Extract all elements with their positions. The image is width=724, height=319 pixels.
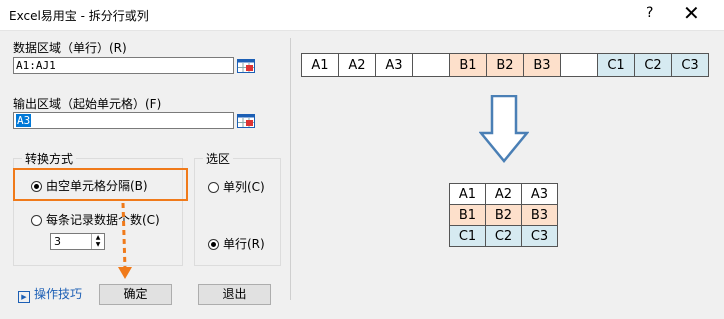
radio-single-column[interactable]: 单列(C) [208,178,265,195]
result-table-preview: A1 A2 A3 B1 B2 B3 C1 C2 C3 [449,183,558,247]
close-button[interactable]: ✕ [683,2,700,24]
result-cell: C3 [521,225,558,247]
selection-title: 选区 [203,150,234,167]
cancel-button[interactable]: 退出 [198,284,271,305]
radio-row-label: 单行(R) [223,237,265,251]
source-cell: C2 [634,53,672,77]
output-range-label: 输出区域（起始单元格）(F) [13,97,162,111]
radio-dot-icon [208,239,219,250]
result-cell: A2 [485,183,522,205]
stepper-down-icon[interactable]: ▼ [92,241,104,248]
radio-dot-icon [31,215,42,226]
source-cell: A3 [375,53,413,77]
window-title: Excel易用宝 - 拆分行或列 [9,9,149,23]
source-cell: B3 [523,53,561,77]
tips-link[interactable]: ▶ 操作技巧 [18,285,82,303]
radio-dot-icon [208,182,219,193]
result-row: A1 A2 A3 [449,183,558,205]
result-row: B1 B2 B3 [449,204,558,226]
stepper-up-icon[interactable]: ▲ [92,234,104,241]
output-range-value: A3 [16,114,32,127]
range-picker-icon[interactable] [237,59,255,73]
result-cell: B2 [485,204,522,226]
data-range-label: 数据区域（单行）(R) [13,41,127,55]
result-cell: C1 [449,225,486,247]
count-value: 3 [54,235,61,248]
count-stepper[interactable]: 3 ▲ ▼ [50,233,105,250]
radio-single-row[interactable]: 单行(R) [208,235,265,252]
result-cell: A3 [521,183,558,205]
play-icon: ▶ [18,291,30,303]
dashed-arrow-icon [118,203,132,279]
down-arrow-icon [479,95,529,163]
result-cell: C2 [485,225,522,247]
result-cell: B1 [449,204,486,226]
title-bar: Excel易用宝 - 拆分行或列 ? ✕ [0,0,724,31]
radio-record-count[interactable]: 每条记录数据个数(C) [31,211,160,228]
tips-label: 操作技巧 [34,287,83,301]
result-cell: B3 [521,204,558,226]
source-cell: C3 [671,53,709,77]
source-cell [412,53,450,77]
result-cell: A1 [449,183,486,205]
range-picker-icon[interactable] [237,114,255,128]
ok-button[interactable]: 确定 [99,284,172,305]
output-range-input[interactable]: A3 [13,112,234,129]
source-cell: C1 [597,53,635,77]
result-row: C1 C2 C3 [449,225,558,247]
convert-mode-title: 转换方式 [22,150,77,167]
radio-count-label: 每条记录数据个数(C) [46,213,160,227]
source-cell: A1 [301,53,339,77]
data-range-input[interactable]: A1:AJ1 [13,57,234,74]
source-cell: B1 [449,53,487,77]
source-cell: B2 [486,53,524,77]
help-button[interactable]: ? [646,5,653,21]
panel-divider [290,38,291,300]
source-cell [560,53,598,77]
radio-column-label: 单列(C) [223,180,265,194]
source-row-preview: A1 A2 A3 B1 B2 B3 C1 C2 C3 [301,53,709,77]
highlight-box [13,168,188,201]
source-cell: A2 [338,53,376,77]
